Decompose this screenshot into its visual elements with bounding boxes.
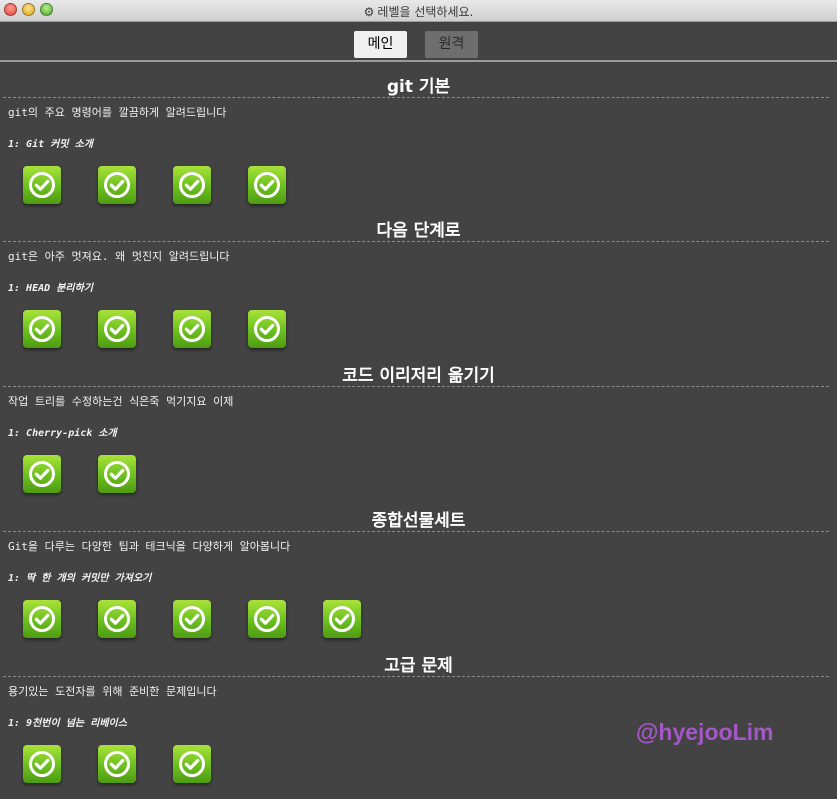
level-button[interactable] <box>173 745 211 783</box>
level-button[interactable] <box>323 600 361 638</box>
section-divider <box>3 97 829 98</box>
section-description: Git을 다루는 다양한 팁과 테크닉을 다양하게 알아봅니다 <box>8 540 291 553</box>
check-circle-icon <box>104 461 130 487</box>
level-button[interactable] <box>248 166 286 204</box>
current-level-label: 1: 9천번이 넘는 리베이스 <box>8 718 127 729</box>
level-button[interactable] <box>98 600 136 638</box>
check-circle-icon <box>179 606 205 632</box>
section-title: 종합선물세트 <box>371 511 466 531</box>
section-description: 작업 트리를 수정하는건 식은죽 먹기지요 이제 <box>8 395 234 408</box>
level-button[interactable] <box>98 166 136 204</box>
check-circle-icon <box>329 606 355 632</box>
check-circle-icon <box>104 751 130 777</box>
section-divider <box>3 531 829 532</box>
level-button[interactable] <box>23 166 61 204</box>
watermark: @hyejooLim <box>636 719 774 745</box>
check-circle-icon <box>104 316 130 342</box>
section-title: 다음 단계로 <box>376 221 461 241</box>
window-title-text: 레벨을 선택하세요. <box>377 5 474 19</box>
check-circle-icon <box>29 751 55 777</box>
tab-main[interactable]: 메인 <box>354 31 407 58</box>
level-button[interactable] <box>23 745 61 783</box>
check-circle-icon <box>29 461 55 487</box>
check-circle-icon <box>179 316 205 342</box>
gear-icon: ⚙ <box>363 5 375 19</box>
section-title: 코드 이리저리 옮기기 <box>342 366 495 386</box>
section-divider <box>3 386 829 387</box>
current-level-label: 1: HEAD 분리하기 <box>8 283 93 294</box>
level-button[interactable] <box>98 455 136 493</box>
level-button[interactable] <box>173 166 211 204</box>
level-button[interactable] <box>98 745 136 783</box>
current-level-label: 1: Git 커밋 소개 <box>8 139 93 150</box>
level-button[interactable] <box>173 600 211 638</box>
section-title: 고급 문제 <box>384 656 453 676</box>
level-button[interactable] <box>248 600 286 638</box>
check-circle-icon <box>29 606 55 632</box>
check-circle-icon <box>104 606 130 632</box>
level-button[interactable] <box>23 310 61 348</box>
tab-remote[interactable]: 원격 <box>425 31 478 58</box>
check-circle-icon <box>179 172 205 198</box>
check-circle-icon <box>104 172 130 198</box>
section-divider <box>3 676 829 677</box>
section-divider <box>3 241 829 242</box>
check-circle-icon <box>254 316 280 342</box>
section-title: git 기본 <box>386 77 451 97</box>
check-circle-icon <box>254 172 280 198</box>
level-button[interactable] <box>23 455 61 493</box>
tab-divider <box>0 60 837 62</box>
check-circle-icon <box>179 751 205 777</box>
check-circle-icon <box>29 316 55 342</box>
current-level-label: 1: Cherry-pick 소개 <box>8 428 117 439</box>
window-title: ⚙ 레벨을 선택하세요. <box>0 3 837 20</box>
level-button[interactable] <box>23 600 61 638</box>
section-description: git의 주요 명령어를 깔끔하게 알려드립니다 <box>8 106 227 119</box>
check-circle-icon <box>254 606 280 632</box>
current-level-label: 1: 딱 한 개의 커밋만 가져오기 <box>8 573 152 584</box>
level-button[interactable] <box>173 310 211 348</box>
section-description: git은 아주 멋져요. 왜 멋진지 알려드립니다 <box>8 250 230 263</box>
level-button[interactable] <box>98 310 136 348</box>
level-button[interactable] <box>248 310 286 348</box>
tab-bar: 메인 원격 <box>0 31 837 58</box>
section-description: 용기있는 도전자를 위해 준비한 문제입니다 <box>8 685 217 698</box>
window-titlebar: ⚙ 레벨을 선택하세요. <box>0 0 837 22</box>
check-circle-icon <box>29 172 55 198</box>
